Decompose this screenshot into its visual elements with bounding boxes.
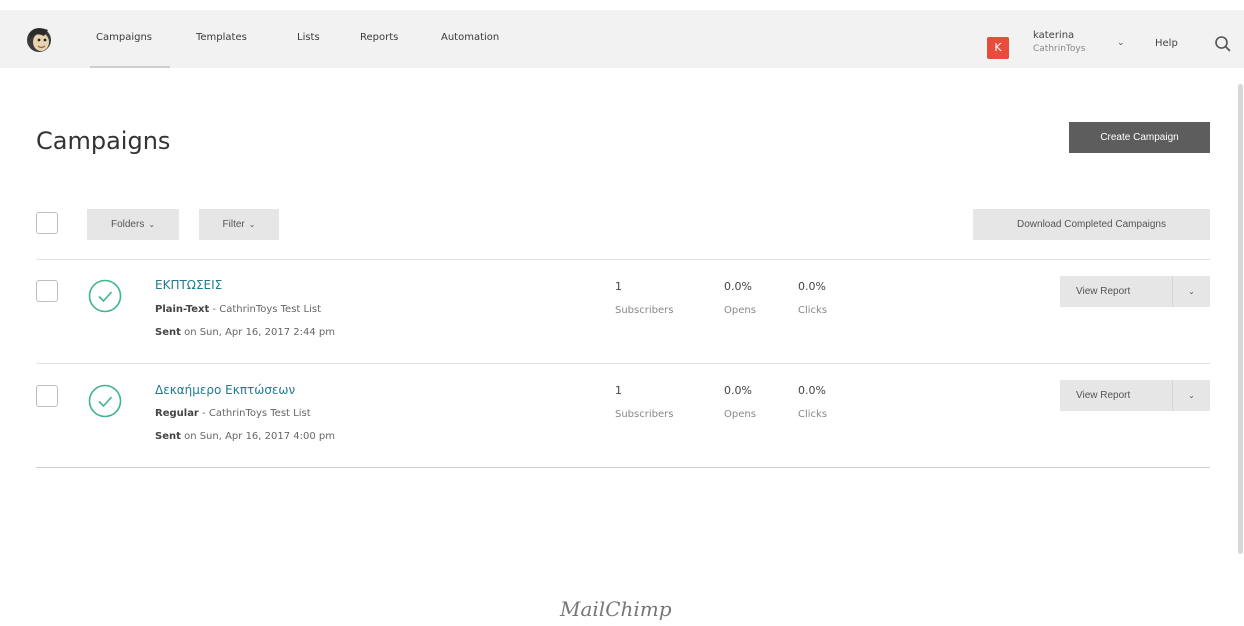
help-link[interactable]: Help (1155, 38, 1178, 49)
campaign-sent-line: Sent on Sun, Apr 16, 2017 4:00 pm (155, 431, 335, 442)
select-all-checkbox[interactable] (36, 212, 58, 234)
clicks-value: 0.0% (798, 384, 826, 397)
scrollbar[interactable] (1238, 84, 1243, 554)
folders-dropdown[interactable]: Folders ⌄ (87, 209, 179, 240)
chevron-down-icon[interactable]: ⌄ (1172, 276, 1210, 307)
sent-label: Sent (155, 327, 181, 338)
nav-templates[interactable]: Templates (196, 32, 247, 43)
view-report-button[interactable]: View Report (1060, 276, 1172, 307)
chevron-down-icon[interactable]: ⌄ (1172, 380, 1210, 411)
opens-value: 0.0% (724, 384, 752, 397)
divider (36, 467, 1210, 468)
sent-date: on Sun, Apr 16, 2017 4:00 pm (180, 431, 335, 442)
opens-label: Opens (724, 409, 756, 420)
divider (36, 363, 1210, 364)
active-tab-indicator (90, 66, 170, 68)
subscribers-value: 1 (615, 280, 622, 293)
sent-date: on Sun, Apr 16, 2017 2:44 pm (180, 327, 335, 338)
user-name[interactable]: katerina (1033, 30, 1074, 41)
subscribers-label: Subscribers (615, 409, 674, 420)
row-checkbox[interactable] (36, 280, 58, 302)
avatar[interactable]: K (987, 37, 1009, 59)
page-title: Campaigns (36, 127, 171, 155)
opens-value: 0.0% (724, 280, 752, 293)
campaign-type: Plain-Text (155, 304, 210, 315)
folders-label: Folders (110, 219, 145, 230)
mailchimp-footer-logo: MailChimp (560, 597, 672, 621)
campaign-title[interactable]: Δεκαήμερο Εκπτώσεων (155, 383, 295, 397)
nav-campaigns[interactable]: Campaigns (96, 32, 152, 43)
mailchimp-freddie-icon[interactable] (24, 24, 54, 54)
top-nav: Campaigns Templates Lists Reports Automa… (0, 10, 1244, 68)
search-icon[interactable] (1214, 35, 1232, 53)
check-circle-icon (88, 279, 122, 313)
row-checkbox[interactable] (36, 385, 58, 407)
chevron-down-icon[interactable]: ⌄ (1117, 38, 1125, 48)
opens-label: Opens (724, 305, 756, 316)
campaign-list: - CathrinToys Test List (209, 304, 321, 315)
nav-automation[interactable]: Automation (441, 32, 499, 43)
sent-label: Sent (155, 431, 181, 442)
check-circle-icon (88, 384, 122, 418)
campaign-sent-line: Sent on Sun, Apr 16, 2017 2:44 pm (155, 327, 335, 338)
user-account[interactable]: CathrinToys (1033, 44, 1085, 54)
clicks-label: Clicks (798, 409, 828, 420)
campaign-title[interactable]: ΕΚΠΤΩΣΕΙΣ (155, 278, 222, 292)
view-report-button[interactable]: View Report (1060, 380, 1172, 411)
chevron-down-icon: ⌄ (148, 220, 156, 229)
subscribers-label: Subscribers (615, 305, 674, 316)
clicks-label: Clicks (798, 305, 828, 316)
nav-reports[interactable]: Reports (360, 32, 398, 43)
divider (36, 259, 1210, 260)
create-campaign-button[interactable]: Create Campaign (1069, 122, 1210, 153)
download-completed-campaigns-button[interactable]: Download Completed Campaigns (973, 209, 1210, 240)
chevron-down-icon: ⌄ (248, 220, 256, 229)
filter-label: Filter (222, 219, 245, 230)
nav-lists[interactable]: Lists (297, 32, 320, 43)
campaign-type-line: Regular - CathrinToys Test List (155, 408, 311, 419)
campaign-type: Regular (155, 408, 199, 419)
campaign-list: - CathrinToys Test List (198, 408, 311, 419)
filter-dropdown[interactable]: Filter ⌄ (199, 209, 279, 240)
campaign-type-line: Plain-Text - CathrinToys Test List (155, 304, 321, 315)
subscribers-value: 1 (615, 384, 622, 397)
clicks-value: 0.0% (798, 280, 826, 293)
